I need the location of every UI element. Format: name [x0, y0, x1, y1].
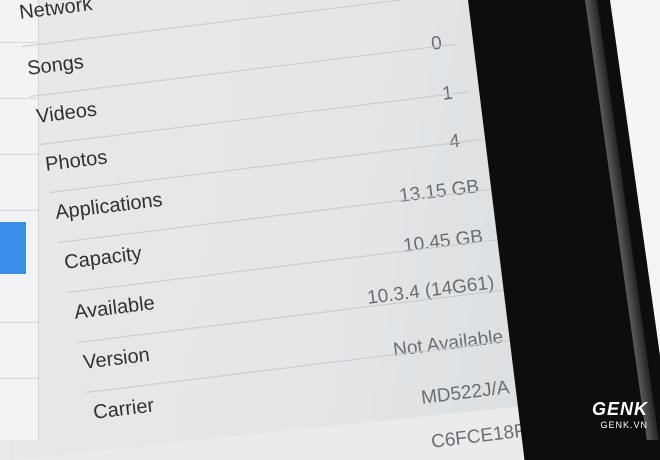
sidebar-divider: [0, 210, 38, 211]
sidebar-divider: [0, 154, 38, 155]
sidebar-divider: [0, 42, 38, 43]
watermark-site: GENK.VN: [600, 420, 648, 430]
sidebar-divider: [0, 378, 38, 379]
sidebar-divider: [0, 322, 38, 323]
sidebar-divider: [0, 98, 38, 99]
watermark-logo: GENK: [591, 399, 648, 419]
row-value-serial: C6FCE18P: [430, 420, 528, 453]
watermark: GENK GENK.VN: [592, 399, 648, 430]
sidebar-item-selected[interactable]: [0, 222, 26, 274]
